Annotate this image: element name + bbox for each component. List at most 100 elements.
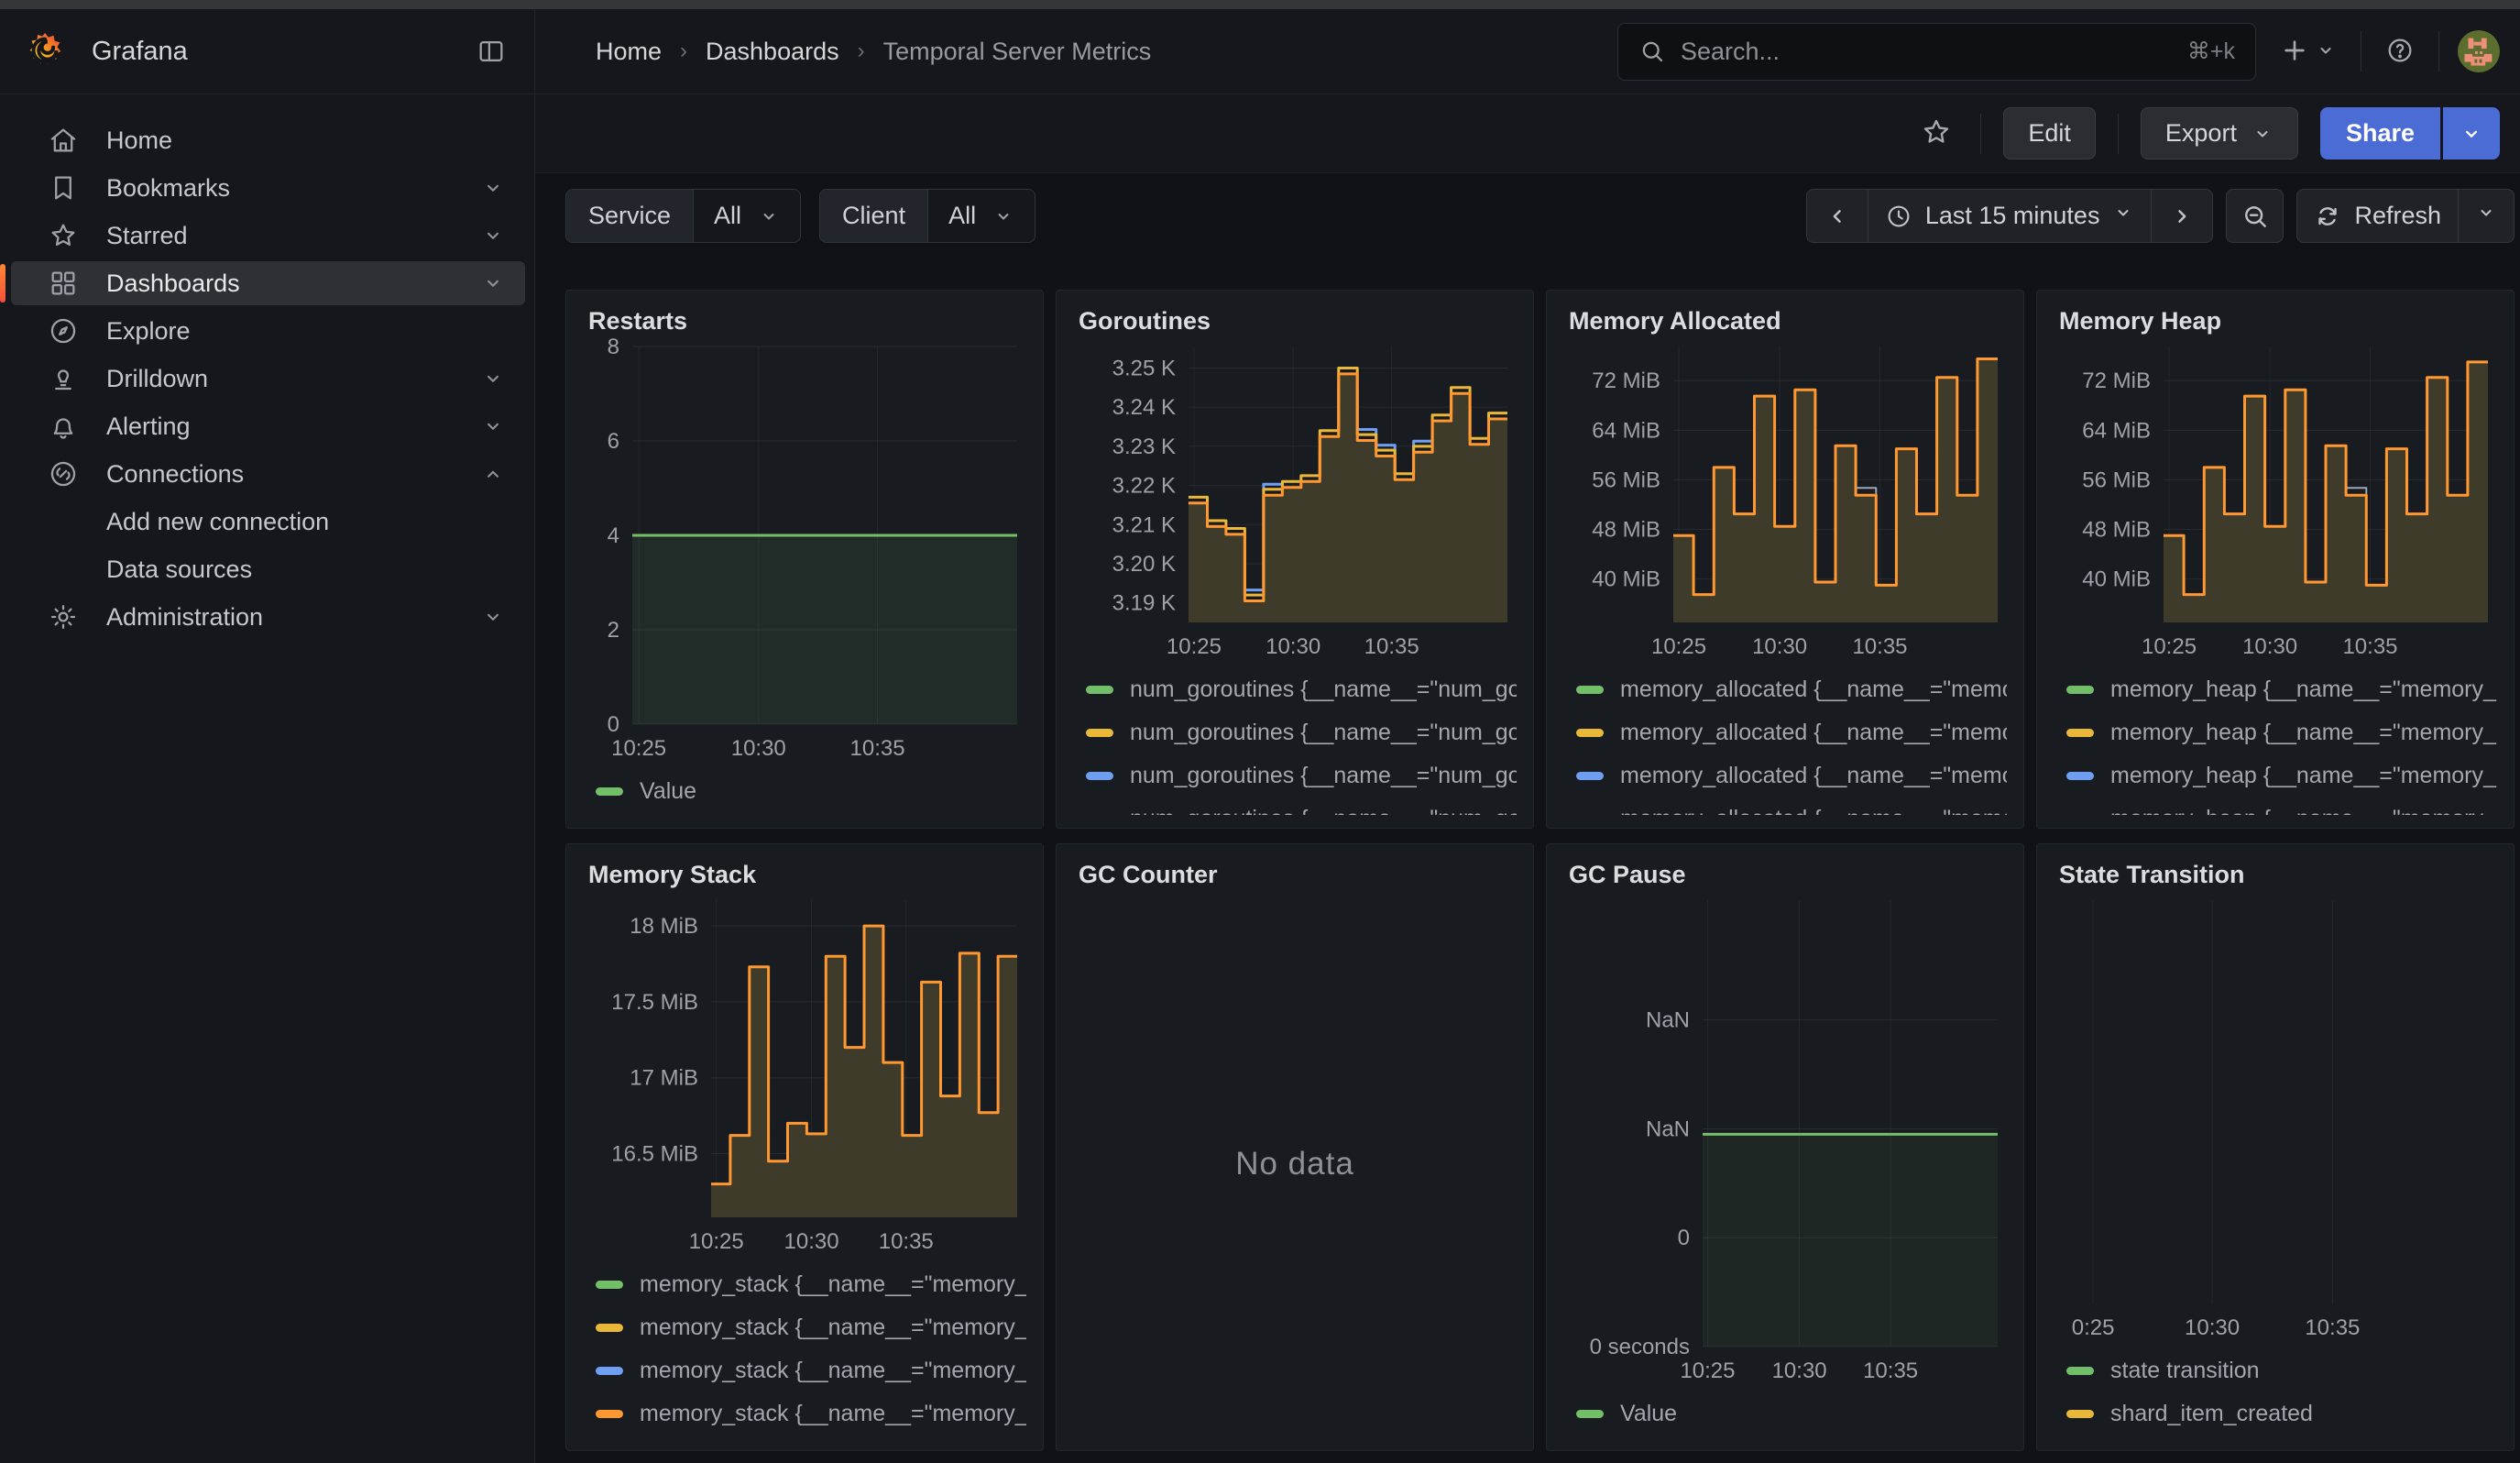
svg-text:10:35: 10:35 [1863,1358,1918,1383]
panel-legend: memory_allocated {__name__="memomemory_a… [1563,665,2007,815]
svg-text:10:25: 10:25 [611,736,666,761]
sidebar-item-bookmarks[interactable]: Bookmarks [11,166,525,210]
legend-label: num_goroutines {__name__="num_go [1130,763,1517,789]
svg-text:3.24 K: 3.24 K [1112,395,1176,420]
legend-color-marker [1086,729,1113,737]
time-series-chart[interactable]: 10:2510:3010:35NaNNaN00 seconds [1563,891,2007,1389]
breadcrumb-item[interactable]: Home [596,38,662,66]
legend-color-marker [1576,772,1604,780]
filter-service: ServiceAll [565,189,801,243]
compass-icon [48,315,79,346]
refresh-interval-button[interactable] [2458,190,2514,242]
export-button-label: Export [2165,119,2237,148]
legend-item[interactable]: Value [596,770,1026,813]
legend-color-marker [2066,772,2094,780]
chevron-down-icon [481,176,505,200]
svg-text:0:25: 0:25 [2072,1315,2115,1340]
chevron-left-icon [1824,203,1851,230]
legend-item[interactable]: memory_stack {__name__="memory_s [596,1306,1026,1349]
time-series-chart[interactable]: 10:2510:3010:3586420 [583,337,1026,766]
legend-item[interactable]: num_goroutines {__name__="num_go [1086,711,1517,754]
legend-item[interactable]: memory_allocated {__name__="memo [1576,711,2007,754]
breadcrumb-separator: › [680,38,687,64]
sidebar-item-home[interactable]: Home [11,118,525,162]
search-input[interactable]: Search... ⌘+k [1617,23,2256,81]
panel-title[interactable]: GC Pause [1569,861,2007,889]
user-avatar[interactable] [2458,30,2500,72]
legend-item[interactable]: memory_heap {__name__="memory_h [2066,798,2497,815]
refresh-button[interactable]: Refresh [2297,190,2458,242]
legend-item[interactable]: memory_stack {__name__="memory_s [596,1392,1026,1436]
share-split-button: Share [2320,107,2500,160]
svg-text:10:35: 10:35 [2305,1315,2360,1340]
time-shift-forward-button[interactable] [2151,190,2212,242]
favorite-star-button[interactable] [1914,110,1958,157]
legend-item[interactable]: num_goroutines {__name__="num_go [1086,798,1517,815]
sidebar-item-explore[interactable]: Explore [11,309,525,353]
share-button[interactable]: Share [2320,107,2440,160]
panel-title[interactable]: Memory Stack [588,861,1026,889]
svg-text:3.21 K: 3.21 K [1112,512,1176,537]
svg-text:10:35: 10:35 [879,1229,934,1254]
svg-text:0: 0 [1678,1226,1690,1250]
sidebar-item-administration[interactable]: Administration [11,595,525,639]
legend-item[interactable]: memory_heap {__name__="memory_h [2066,754,2497,798]
legend-item[interactable]: num_goroutines {__name__="num_go [1086,668,1517,711]
svg-text:10:25: 10:25 [1651,634,1706,659]
panel-restarts: Restarts10:2510:3010:3586420Value [565,290,1044,829]
legend-color-marker [2066,1410,2094,1418]
legend-item[interactable]: memory_allocated {__name__="memo [1576,798,2007,815]
edit-button[interactable]: Edit [2003,107,2096,160]
sidebar-item-connections[interactable]: Connections [11,452,525,496]
time-shift-back-button[interactable] [1807,190,1868,242]
legend-item[interactable]: num_goroutines {__name__="num_go [1086,754,1517,798]
legend-item[interactable]: memory_heap {__name__="memory_h [2066,711,2497,754]
legend-item[interactable]: memory_heap {__name__="memory_h [2066,668,2497,711]
legend-item[interactable]: memory_stack {__name__="memory_s [596,1263,1026,1306]
panel-title[interactable]: GC Counter [1079,861,1517,889]
svg-text:17.5 MiB: 17.5 MiB [611,990,698,1015]
share-menu-button[interactable] [2443,107,2500,160]
chevron-down-icon [2315,39,2337,64]
panel-title[interactable]: Memory Heap [2059,307,2497,336]
no-data-message: No data [1073,891,1517,1437]
legend-color-marker [1086,772,1113,780]
svg-text:72 MiB: 72 MiB [1592,368,1660,393]
panel-title[interactable]: Goroutines [1079,307,1517,336]
sidebar-collapse-icon[interactable] [476,36,507,67]
legend-color-marker [596,1281,623,1289]
legend-item[interactable]: Value [1576,1392,2007,1436]
export-button[interactable]: Export [2141,107,2298,160]
sidebar-item-starred[interactable]: Starred [11,214,525,258]
time-series-chart[interactable]: 10:2510:3010:353.25 K3.24 K3.23 K3.22 K3… [1073,337,1517,665]
time-range-picker[interactable]: Last 15 minutes [1868,190,2152,242]
legend-item[interactable]: state transition [2066,1349,2497,1392]
legend-item[interactable]: memory_stack {__name__="memory_s [596,1349,1026,1392]
sidebar-item-drilldown[interactable]: Drilldown [11,357,525,401]
legend-color-marker [596,1324,623,1332]
legend-item[interactable]: shard_item_created [2066,1392,2497,1436]
legend-item[interactable]: memory_allocated {__name__="memo [1576,668,2007,711]
grid-icon [48,268,79,299]
sidebar-item-dashboards[interactable]: Dashboards [11,261,525,305]
time-series-chart[interactable]: 10:2510:3010:3572 MiB64 MiB56 MiB48 MiB4… [1563,337,2007,665]
panel-title[interactable]: Restarts [588,307,1026,336]
filter-value-dropdown[interactable]: All [928,190,1035,242]
help-button[interactable] [2380,30,2420,73]
panel-title[interactable]: Memory Allocated [1569,307,2007,336]
star-icon [48,220,79,251]
legend-item[interactable]: memory_allocated {__name__="memo [1576,754,2007,798]
sidebar-item-add-new-connection[interactable]: Add new connection [11,500,525,544]
panel-title[interactable]: State Transition [2059,861,2497,889]
filter-value-dropdown[interactable]: All [694,190,800,242]
filter-value: All [948,202,976,230]
sidebar-item-alerting[interactable]: Alerting [11,404,525,448]
breadcrumb-item[interactable]: Dashboards [706,38,839,66]
time-series-chart[interactable]: 10:2510:3010:3572 MiB64 MiB56 MiB48 MiB4… [2054,337,2497,665]
time-series-chart[interactable]: 10:2510:3010:3518 MiB17.5 MiB17 MiB16.5 … [583,891,1026,1260]
sidebar-item-data-sources[interactable]: Data sources [11,547,525,591]
zoom-out-button[interactable] [2226,189,2284,243]
time-series-chart[interactable]: 0:2510:3010:35 [2054,891,2497,1346]
breadcrumb: Home›Dashboards›Temporal Server Metrics [596,38,1151,66]
add-button[interactable] [2274,30,2342,73]
